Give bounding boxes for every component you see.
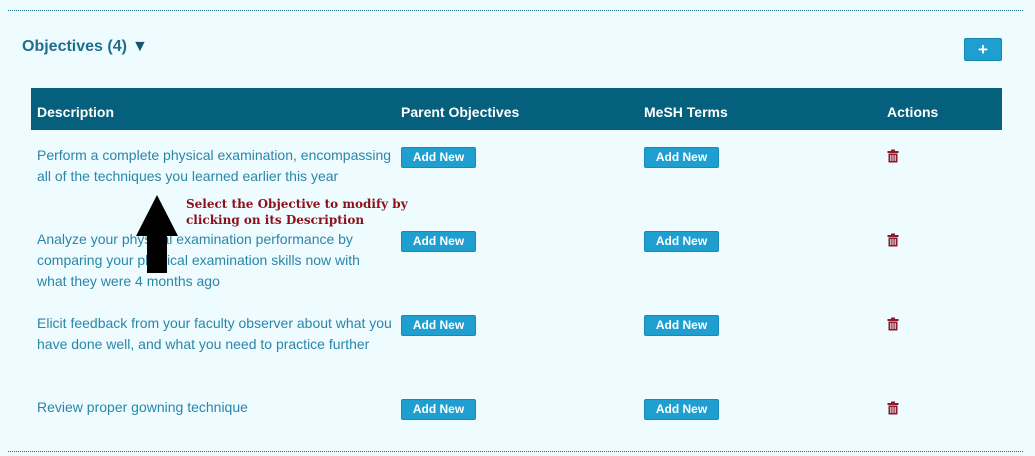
column-header-mesh-terms: MeSH Terms	[644, 104, 728, 120]
arrow-up-icon	[136, 195, 178, 273]
add-parent-objective-button[interactable]: Add New	[401, 147, 476, 168]
trash-icon[interactable]	[886, 149, 900, 163]
trash-icon[interactable]	[886, 317, 900, 331]
add-mesh-term-button[interactable]: Add New	[644, 231, 719, 252]
objective-description-link[interactable]: Review proper gowning technique	[37, 397, 393, 418]
collapse-caret-icon[interactable]: ▼	[132, 38, 148, 55]
column-header-actions: Actions	[887, 104, 939, 120]
add-mesh-term-button[interactable]: Add New	[644, 147, 719, 168]
bottom-divider	[8, 451, 1023, 452]
table-row: Review proper gowning technique Add New …	[31, 397, 1002, 437]
trash-icon[interactable]	[886, 233, 900, 247]
column-header-description: Description	[37, 104, 115, 120]
add-parent-objective-button[interactable]: Add New	[401, 399, 476, 420]
table-row: Elicit feedback from your faculty observ…	[31, 313, 1002, 397]
add-parent-objective-button[interactable]: Add New	[401, 315, 476, 336]
column-header-parent-objectives: Parent Objectives	[401, 104, 520, 120]
help-annotation: Select the Objective to modify by clicki…	[186, 196, 431, 228]
objective-description-link[interactable]: Analyze your physical examination perfor…	[37, 229, 393, 292]
top-divider	[8, 10, 1023, 11]
add-mesh-term-button[interactable]: Add New	[644, 315, 719, 336]
objective-description-link[interactable]: Perform a complete physical examination,…	[37, 145, 393, 187]
annotation-line-1: Select the Objective to modify by	[186, 197, 408, 211]
trash-icon[interactable]	[886, 401, 900, 415]
add-objective-button[interactable]: +	[964, 38, 1002, 61]
table-header: Description Parent Objectives MeSH Terms…	[31, 88, 1002, 130]
annotation-line-2: clicking on its Description	[186, 213, 365, 227]
add-mesh-term-button[interactable]: Add New	[644, 399, 719, 420]
add-parent-objective-button[interactable]: Add New	[401, 231, 476, 252]
section-title[interactable]: Objectives (4) ▼	[22, 38, 148, 56]
objective-description-link[interactable]: Elicit feedback from your faculty observ…	[37, 313, 393, 355]
section-title-text: Objectives (4)	[22, 38, 127, 55]
